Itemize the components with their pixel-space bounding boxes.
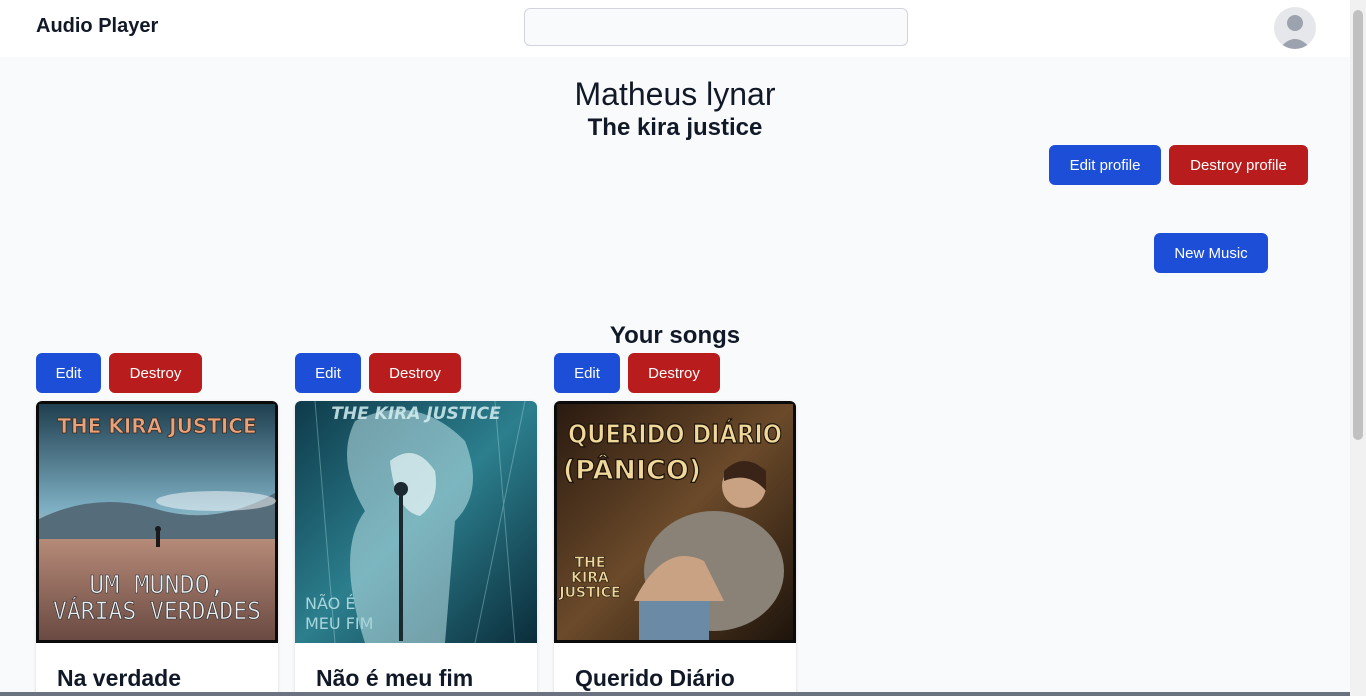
edit-song-button[interactable]: Edit (554, 353, 620, 393)
cover-line1-text: NÃO É (305, 594, 355, 613)
destroy-song-button[interactable]: Destroy (369, 353, 461, 393)
cover-top-text: QUERIDO DIÁRIO (568, 418, 782, 450)
scrollbar-thumb[interactable] (1353, 10, 1363, 440)
edit-song-button[interactable]: Edit (36, 353, 101, 393)
navbar: Audio Player (0, 0, 1350, 57)
song-cover-image[interactable]: THE KIRA JUSTICE NÃO É MEU FIM (295, 401, 537, 643)
cover-line2-text: MEU FIM (305, 614, 373, 633)
destroy-song-button[interactable]: Destroy (628, 353, 720, 393)
profile-name: Matheus lynar (574, 76, 776, 112)
song-title[interactable]: Não é meu fim (316, 665, 473, 692)
song-cover-image[interactable]: QUERIDO DIÁRIO (PÂNICO) THE KIRA JUSTICE (554, 401, 796, 643)
section-title-your-songs: Your songs (609, 322, 741, 349)
avatar-silhouette-icon (1279, 15, 1311, 49)
cover-line1-text: UM MUNDO, (89, 570, 224, 599)
destroy-profile-button[interactable]: Destroy profile (1169, 145, 1308, 185)
cover-line2-text: VÁRIAS VERDADES (53, 596, 261, 625)
new-music-button[interactable]: New Music (1154, 233, 1268, 273)
cover-line2-text: THE (575, 555, 606, 571)
song-card[interactable]: THE KIRA JUSTICE UM MUNDO, VÁRIAS VERDAD… (36, 401, 278, 696)
bottom-divider (0, 692, 1350, 696)
cover-line1-text: (PÂNICO) (563, 454, 701, 486)
search-input[interactable] (524, 8, 908, 46)
profile-band-name: The kira justice (587, 114, 763, 141)
cover-top-text: THE KIRA JUSTICE (331, 404, 501, 424)
user-avatar-icon[interactable] (1274, 7, 1316, 49)
app-title[interactable]: Audio Player (36, 15, 158, 38)
cover-line4-text: JUSTICE (558, 585, 620, 601)
destroy-song-button[interactable]: Destroy (109, 353, 202, 393)
page-scrollbar[interactable] (1350, 0, 1366, 696)
song-card[interactable]: THE KIRA JUSTICE NÃO É MEU FIM Não é meu… (295, 401, 537, 696)
song-title[interactable]: Querido Diário (575, 665, 735, 692)
song-title[interactable]: Na verdade (57, 665, 181, 692)
edit-profile-button[interactable]: Edit profile (1049, 145, 1161, 185)
cover-line3-text: KIRA (571, 570, 609, 586)
cover-top-text: THE KIRA JUSTICE (57, 414, 256, 438)
edit-song-button[interactable]: Edit (295, 353, 361, 393)
song-card[interactable]: QUERIDO DIÁRIO (PÂNICO) THE KIRA JUSTICE… (554, 401, 796, 696)
song-cover-image[interactable]: THE KIRA JUSTICE UM MUNDO, VÁRIAS VERDAD… (36, 401, 278, 643)
